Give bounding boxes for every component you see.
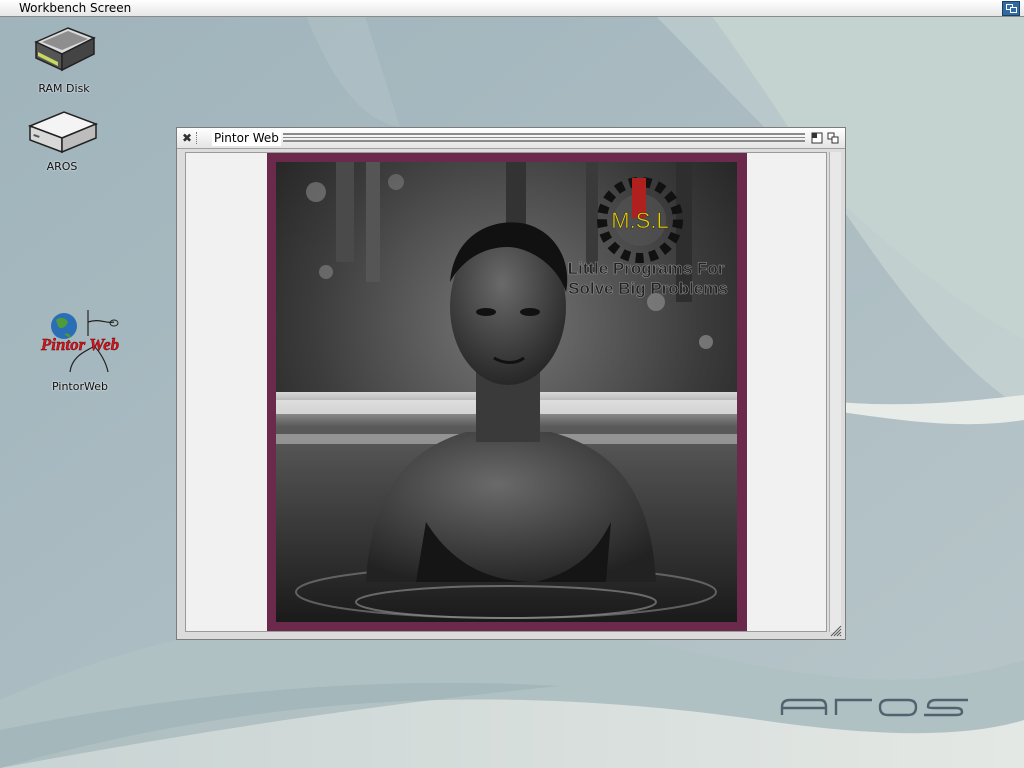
window-title-bar[interactable]: ✖ Pintor Web: [177, 128, 845, 149]
screen-depth-icon[interactable]: [1002, 1, 1020, 16]
aros-volume-label: AROS: [46, 160, 78, 173]
pintorweb-icon[interactable]: Pintor Web PintorWeb: [30, 306, 130, 393]
zoom-icon[interactable]: [811, 132, 823, 144]
resize-gadget-icon[interactable]: [830, 625, 842, 637]
window-right-border: [829, 152, 841, 632]
close-separator: [196, 132, 200, 144]
window-title: Pintor Web: [212, 130, 281, 146]
aros-volume-icon[interactable]: AROS: [18, 106, 106, 173]
pintorweb-logo-text: Pintor Web: [40, 335, 119, 354]
ram-disk-drive-icon: [34, 27, 96, 72]
pintorweb-label: PintorWeb: [52, 380, 108, 393]
pintorweb-app-icon: Pintor Web: [40, 310, 119, 373]
ram-disk-label: RAM Disk: [38, 82, 90, 95]
displayed-picture: M.S.L Little Programs For Solve Big Prob…: [276, 162, 737, 622]
aros-drive-icon: [27, 111, 99, 154]
aros-logo: [780, 697, 970, 717]
close-icon[interactable]: ✖: [182, 131, 196, 145]
screen-title-bar[interactable]: Workbench Screen: [0, 0, 1024, 17]
screen-title: Workbench Screen: [19, 1, 132, 15]
overlay-line-2: Solve Big Problems: [568, 279, 728, 298]
pintor-web-window[interactable]: ✖ Pintor Web M.S.L Little Programs For S…: [176, 127, 846, 640]
overlay-logo-text: M.S.L: [611, 208, 668, 233]
picture-frame: M.S.L Little Programs For Solve Big Prob…: [267, 153, 747, 631]
ram-disk-icon[interactable]: RAM Disk: [20, 20, 108, 95]
window-content-area: M.S.L Little Programs For Solve Big Prob…: [185, 152, 827, 632]
window-drag-bar[interactable]: [283, 133, 805, 142]
window-depth-icon[interactable]: [827, 132, 839, 144]
overlay-line-1: Little Programs For: [568, 259, 725, 278]
